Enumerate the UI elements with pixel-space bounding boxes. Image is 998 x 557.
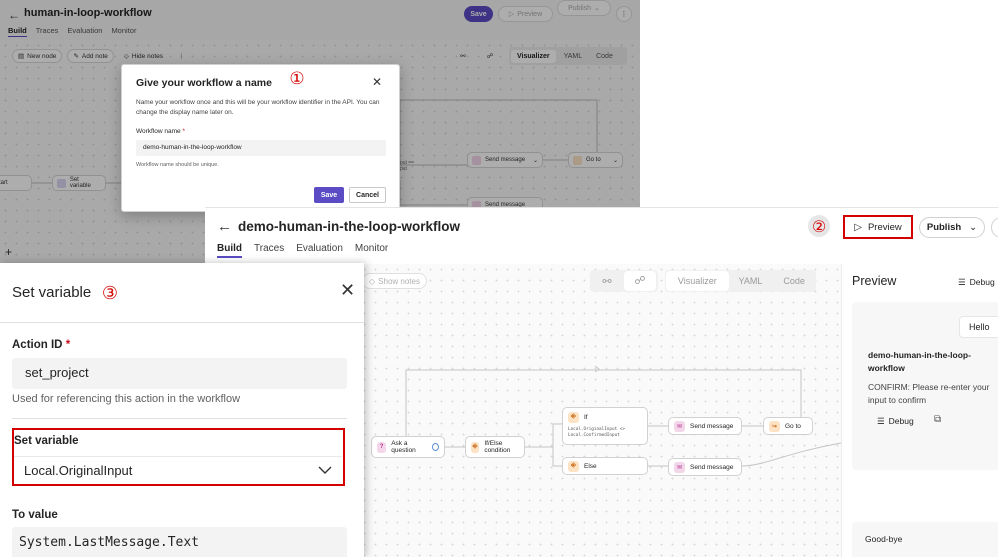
node-if-condition: Local.OriginalInput <> Local.ConfirmedIn…	[568, 427, 625, 438]
node-if-else-label: If/Else condition	[484, 440, 511, 454]
node-else-label: Else	[584, 462, 597, 470]
workflow-name-hint: Workflow name should be unique.	[136, 162, 219, 168]
annotation-1: ①	[289, 69, 305, 89]
preview-label: Preview	[867, 221, 902, 233]
debug-list-icon: ☰	[877, 416, 885, 426]
message-icon: ✉	[674, 461, 685, 473]
workflow-name-input[interactable]: demo-human-in-the-loop-workflow	[136, 140, 386, 156]
set-variable-dropdown[interactable]: Local.OriginalInput	[14, 456, 342, 484]
panel-title: Set variable	[12, 284, 92, 301]
node-send-message-2-label: Send message	[690, 463, 734, 471]
branch-icon: ⎆	[568, 412, 579, 423]
copy-icon[interactable]: ⧉	[934, 414, 941, 425]
branch-icon: ⎆	[471, 441, 480, 453]
footer-message: Good-bye	[865, 534, 903, 544]
preview-button[interactable]: ▷ Preview	[843, 215, 913, 239]
play-icon: ▷	[854, 221, 862, 233]
node-send-message-1-label: Send message	[690, 422, 734, 430]
workflow-name-label-text: Workflow name	[136, 128, 181, 135]
node-if-branch[interactable]: ⎆ If Local.OriginalInput <> Local.Confir…	[562, 407, 648, 445]
question-icon: ?	[377, 441, 387, 453]
workflow-name-dialog: Give your workflow a name ✕ Name your wo…	[121, 64, 400, 212]
set-variable-value: Local.OriginalInput	[24, 463, 133, 478]
preview-pane: Preview ☰ Debug Hello demo-human-in-the-…	[841, 264, 998, 557]
user-message-bubble: Hello	[959, 316, 998, 338]
action-id-input[interactable]: set_project	[12, 358, 347, 389]
message-debug-label: Debug	[888, 416, 914, 426]
close-icon[interactable]: ✕	[340, 280, 355, 301]
action-id-label-text: Action ID	[12, 339, 63, 351]
message-debug-button[interactable]: ☰ Debug	[877, 416, 914, 427]
more-options-icon[interactable]	[991, 217, 998, 238]
set-variable-highlight: Set variable Local.OriginalInput	[12, 428, 345, 486]
annotation-3: ③	[101, 282, 119, 304]
required-mark: *	[65, 339, 71, 351]
publish-button[interactable]: Publish ⌄	[919, 217, 985, 238]
dialog-description: Name your workflow once and this will be…	[136, 99, 380, 116]
chevron-down-icon: ⌄	[969, 222, 978, 233]
set-variable-panel: Set variable ③ ✕ Action ID * set_project…	[0, 263, 364, 557]
node-else-branch[interactable]: ⎆ Else	[562, 457, 648, 475]
dialog-cancel-button[interactable]: Cancel	[349, 187, 386, 203]
action-id-help: Used for referencing this action in the …	[12, 393, 241, 405]
node-send-message-2[interactable]: ✉ Send message	[668, 458, 742, 476]
node-if-header: ⎆ If	[568, 412, 642, 423]
node-goto[interactable]: ↪ Go to	[763, 417, 813, 435]
spinner-icon	[431, 443, 439, 451]
dialog-save-button[interactable]: Save	[314, 187, 344, 203]
set-variable-label: Set variable	[14, 435, 79, 447]
node-send-message-1[interactable]: ✉ Send message	[668, 417, 742, 435]
goto-icon: ↪	[769, 420, 780, 432]
message-icon: ✉	[674, 420, 685, 432]
action-id-label: Action ID *	[12, 339, 70, 351]
preview-chat: Hello demo-human-in-the-loop-workflow CO…	[852, 302, 998, 470]
debug-list-icon: ☰	[958, 277, 966, 287]
dialog-title: Give your workflow a name	[136, 77, 272, 89]
publish-label: Publish	[926, 222, 962, 233]
node-ask-question-label: Ask a question	[391, 440, 416, 454]
required-mark: *	[182, 128, 186, 135]
node-if-else[interactable]: ⎆ If/Else condition	[465, 436, 525, 458]
chevron-down-icon	[318, 466, 332, 475]
close-icon[interactable]: ✕	[372, 75, 382, 89]
to-value-label: To value	[12, 509, 58, 521]
workflow-name-label: Workflow name *	[136, 128, 185, 135]
bot-name: demo-human-in-the-loop-workflow	[868, 350, 971, 373]
preview-debug-button[interactable]: ☰ Debug	[958, 277, 995, 288]
to-value-input[interactable]: System.LastMessage.Text	[12, 527, 347, 557]
preview-title: Preview	[852, 274, 897, 288]
preview-chat-footer: Good-bye	[852, 522, 998, 557]
header-divider	[0, 322, 364, 323]
node-if-label: If	[584, 414, 588, 421]
branch-icon: ⎆	[568, 460, 579, 472]
preview-debug-label: Debug	[969, 277, 995, 287]
node-goto-label: Go to	[785, 422, 801, 430]
bot-message: CONFIRM: Please re-enter your input to c…	[868, 382, 990, 405]
node-ask-question[interactable]: ? Ask a question	[371, 436, 445, 458]
section-divider	[12, 418, 347, 419]
